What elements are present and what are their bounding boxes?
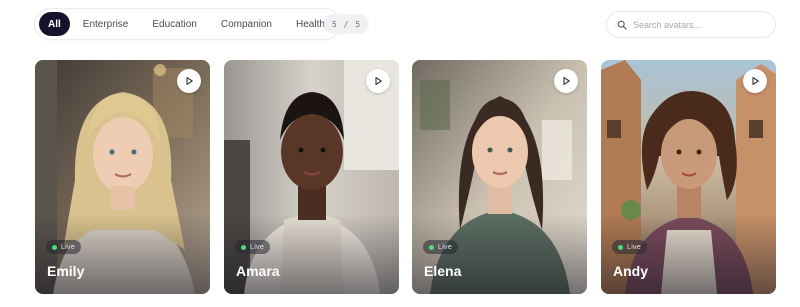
filter-chip-companion[interactable]: Companion: [210, 12, 283, 36]
live-status-label: Live: [61, 243, 76, 251]
play-button[interactable]: [554, 69, 578, 93]
result-count-badge: 5 / 5: [324, 14, 370, 34]
live-status-badge: Live: [235, 240, 271, 254]
live-status-badge: Live: [612, 240, 648, 254]
play-button[interactable]: [743, 69, 767, 93]
play-icon: [375, 77, 382, 85]
live-dot-icon: [429, 244, 434, 250]
card-gradient-overlay: [35, 214, 210, 294]
avatar-name: Elena: [424, 263, 462, 279]
avatar-name: Andy: [613, 263, 648, 279]
live-status-label: Live: [438, 243, 453, 251]
live-status-badge: Live: [46, 240, 82, 254]
category-filter-bar: All Enterprise Education Companion Healt…: [34, 8, 341, 40]
avatar-name: Amara: [236, 263, 280, 279]
live-dot-icon: [618, 244, 623, 250]
search-icon: [617, 20, 627, 30]
card-gradient-overlay: [224, 214, 399, 294]
search-box[interactable]: [606, 11, 776, 38]
play-button[interactable]: [366, 69, 390, 93]
avatar-card-amara[interactable]: Live Amara: [224, 60, 399, 294]
avatar-name: Emily: [47, 263, 85, 279]
live-status-badge: Live: [423, 240, 459, 254]
filter-chip-enterprise[interactable]: Enterprise: [72, 12, 140, 36]
search-input[interactable]: [633, 19, 763, 30]
avatar-card-elena[interactable]: Live Elena: [412, 60, 587, 294]
card-gradient-overlay: [601, 214, 776, 294]
avatar-card-emily[interactable]: Live Emily: [35, 60, 210, 294]
live-status-label: Live: [627, 243, 642, 251]
live-status-label: Live: [250, 243, 265, 251]
play-icon: [563, 77, 570, 85]
live-dot-icon: [52, 244, 57, 250]
play-icon: [186, 77, 193, 85]
play-icon: [752, 77, 759, 85]
live-dot-icon: [241, 244, 246, 250]
avatar-card-andy[interactable]: Live Andy: [601, 60, 776, 294]
filter-chip-all[interactable]: All: [39, 12, 70, 36]
filter-chip-education[interactable]: Education: [141, 12, 207, 36]
card-gradient-overlay: [412, 214, 587, 294]
play-button[interactable]: [177, 69, 201, 93]
